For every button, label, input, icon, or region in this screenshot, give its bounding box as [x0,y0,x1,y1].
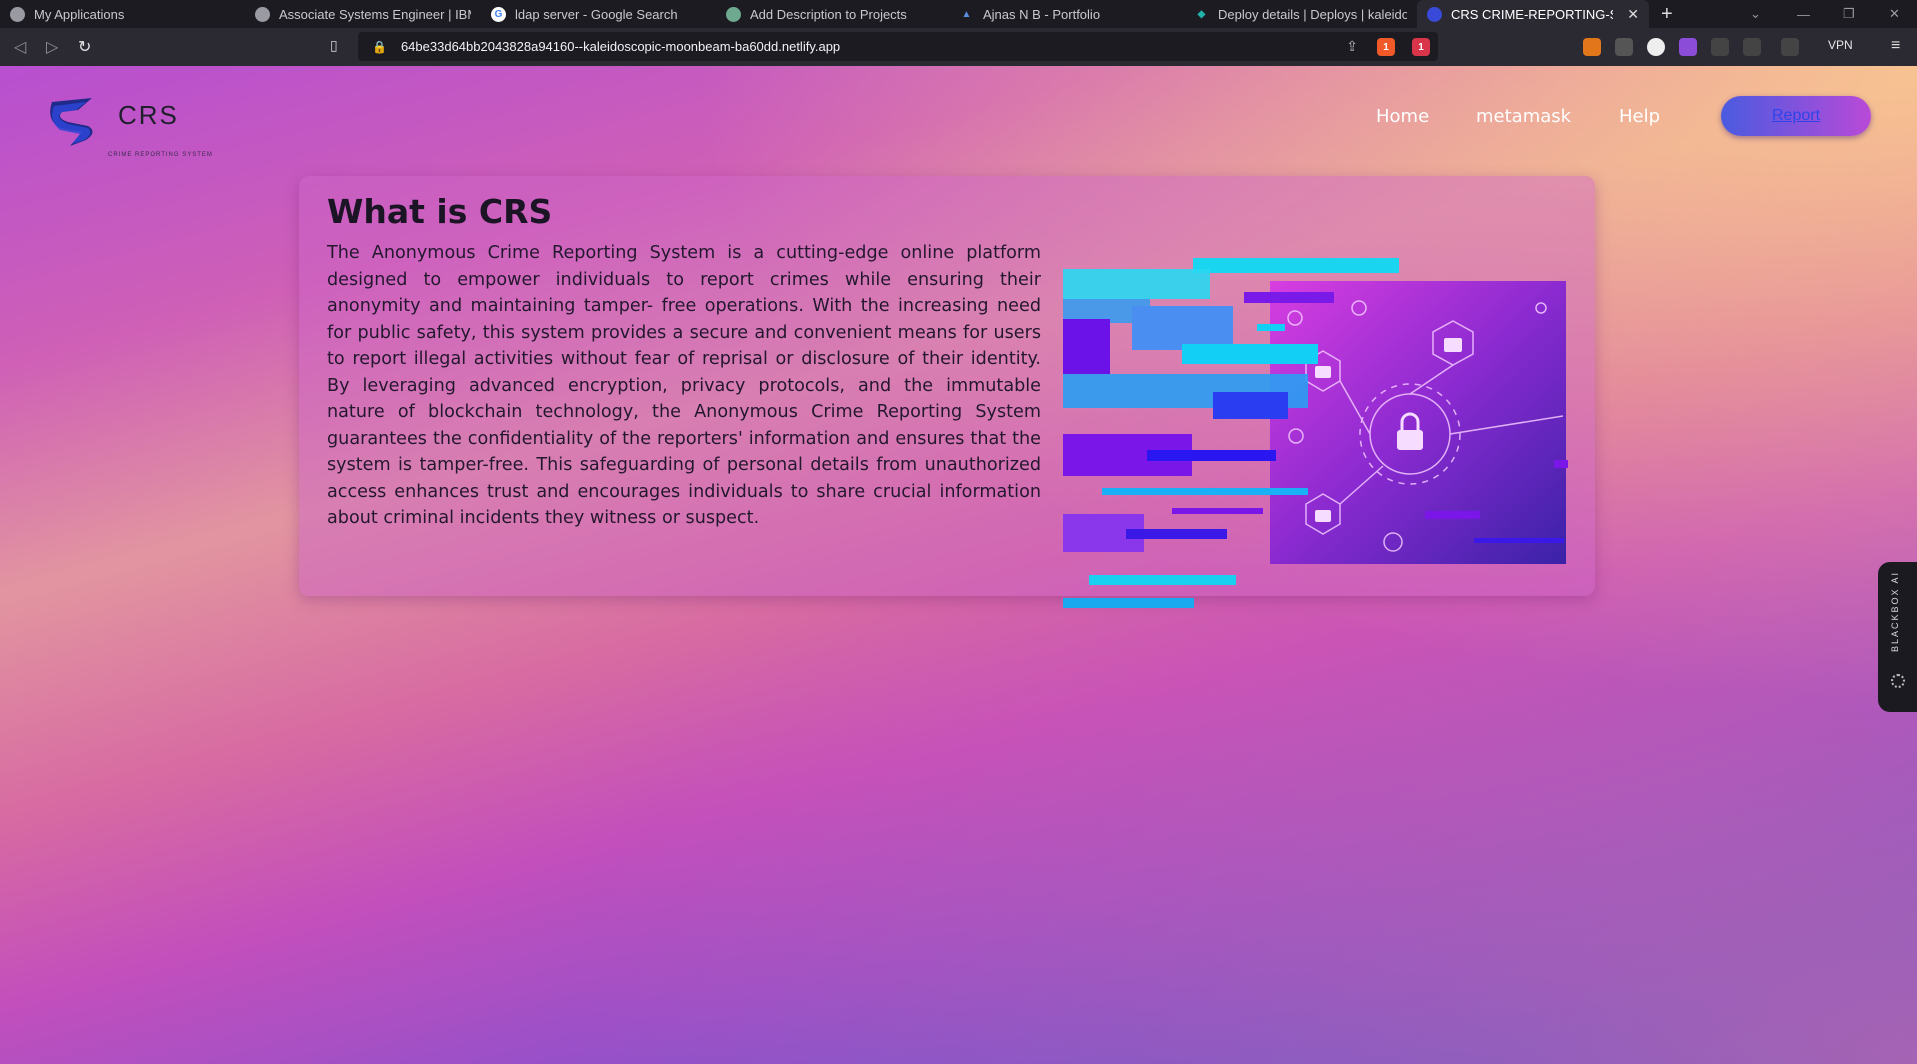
report-button[interactable]: Report [1721,96,1871,136]
netlify-icon: ◆ [1197,8,1206,20]
back-icon[interactable]: ◁ [14,37,26,57]
tab-my-applications[interactable]: My Applications [0,0,245,28]
bookmark-icon[interactable]: ▯ [330,37,338,54]
menu-icon[interactable]: ≡ [1891,37,1900,55]
minimize-icon[interactable]: — [1797,0,1810,28]
metamask-extension-icon[interactable] [1583,38,1601,56]
tab-chatgpt[interactable]: Add Description to Projects [716,0,949,28]
forward-icon[interactable]: ▷ [46,37,58,57]
nav-help-link[interactable]: Help [1619,106,1660,127]
brave-rewards-icon[interactable]: 1 [1412,38,1430,56]
nav-home-link[interactable]: Home [1376,106,1429,127]
package-extension-icon[interactable] [1615,38,1633,56]
restore-icon[interactable]: ❐ [1843,0,1855,28]
shield-logo-icon [50,98,93,146]
globe-icon [255,6,270,22]
tab-title: Deploy details | Deploys | kaleidoscop [1218,6,1407,22]
brave-shield-icon[interactable]: 1 [1377,38,1395,56]
logo-subtitle: CRIME REPORTING SYSTEM [108,152,213,158]
tab-portfolio[interactable]: ▲ Ajnas N B - Portfolio [949,0,1184,28]
address-bar[interactable]: 🔒 64be33d64bb2043828a94160--kaleidoscopi… [358,32,1438,61]
widget-label: BLACKBOX AI [1890,570,1900,652]
tab-title: CRS CRIME-REPORTING-SYSTEM [1451,6,1613,22]
cybersecurity-illustration [1063,258,1568,608]
crs-logo-icon [1427,6,1442,22]
reload-icon[interactable]: ↻ [78,37,91,57]
dots-icon [1891,674,1905,688]
tab-ibm[interactable]: Associate Systems Engineer | IBM Car [245,0,481,28]
tab-netlify[interactable]: ◆ Deploy details | Deploys | kaleidoscop [1184,0,1417,28]
close-tab-icon[interactable]: ✕ [1627,6,1639,23]
extension-circle-icon[interactable] [1647,38,1665,56]
tab-title: Add Description to Projects [750,6,907,22]
about-title: What is CRS [327,192,553,231]
browser-toolbar: ◁ ▷ ↻ ▯ 🔒 64be33d64bb2043828a94160--kale… [0,28,1917,66]
globe-icon [10,6,25,22]
url-text[interactable]: 64be33d64bb2043828a94160--kaleidoscopic-… [401,39,840,54]
tab-title: My Applications [34,6,125,22]
vpn-button[interactable]: VPN [1828,38,1853,52]
share-icon[interactable]: ⇪ [1346,38,1358,55]
tab-google-search[interactable]: G ldap server - Google Search [481,0,716,28]
tab-bar: My Applications Associate Systems Engine… [0,0,1917,28]
window-close-icon[interactable]: ✕ [1889,0,1900,28]
extensions-puzzle-icon[interactable] [1711,38,1729,56]
chatgpt-icon [726,6,741,22]
page-content: CRS CRIME REPORTING SYSTEM Home metamask… [0,66,1917,1064]
nav-metamask-link[interactable]: metamask [1476,106,1571,127]
tab-list-chevron-icon[interactable]: ⌄ [1750,0,1761,28]
crs-logo[interactable]: CRS CRIME REPORTING SYSTEM [48,96,212,158]
lock-icon: 🔒 [372,39,387,54]
about-description: The Anonymous Crime Reporting System is … [327,243,1041,528]
logo-text: CRS [118,100,179,130]
extension-purple-icon[interactable] [1679,38,1697,56]
sidebar-toggle-icon[interactable] [1743,38,1761,56]
wallet-icon[interactable] [1781,38,1799,56]
tab-title: Associate Systems Engineer | IBM Car [279,6,471,22]
new-tab-button[interactable]: + [1649,3,1685,26]
tab-title: Ajnas N B - Portfolio [983,6,1101,22]
tab-crs-active[interactable]: CRS CRIME-REPORTING-SYSTEM ✕ [1417,0,1649,28]
portfolio-icon: ▲ [961,8,972,20]
blackbox-ai-widget[interactable]: BLACKBOX AI [1878,562,1917,712]
tab-title: ldap server - Google Search [515,6,678,22]
google-icon: G [491,6,506,22]
